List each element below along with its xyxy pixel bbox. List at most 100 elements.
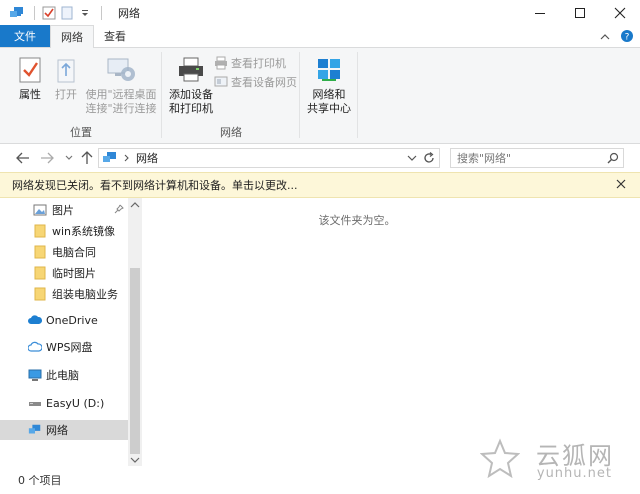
title-bar: 网络 [0,0,640,26]
location-group-label: 位置 [70,126,92,139]
chevron-down-icon [65,155,73,160]
nav-label: 图片 [52,204,74,217]
ribbon-group-location: 属性 打开 使用"远程桌面 连接"进行连接 位置 [0,48,162,144]
nav-item-drive-d[interactable]: EasyU (D:) [0,393,128,413]
search-placeholder: 搜索"网络" [457,152,512,165]
network-icon [28,424,41,434]
tab-network[interactable]: 网络 [50,25,94,48]
properties-label: 属性 [19,88,41,101]
chevron-down-icon [407,155,417,161]
scroll-thumb[interactable] [130,268,140,454]
nav-label: 组装电脑业务 [52,288,118,301]
pin-icon[interactable] [114,204,124,217]
remote-desktop-label-line2: 连接"进行连接 [85,102,157,115]
back-button[interactable] [16,151,30,165]
up-button[interactable] [80,151,94,165]
network-window-icon[interactable] [10,5,26,21]
breadcrumb-chevron-icon[interactable] [124,154,130,162]
sharing-center-label-line1: 网络和 [312,88,346,101]
ribbon-tabs: 文件 网络 查看 ? [0,25,640,48]
folder-icon [34,245,46,259]
address-field[interactable]: 网络 [98,148,440,168]
arrow-left-icon [16,152,29,164]
forward-button[interactable] [40,151,54,165]
star-logo-icon [480,438,520,478]
sharing-center-label-line2: 共享中心 [307,102,351,115]
properties-qat-icon[interactable] [41,5,57,21]
nav-label: win系统镜像 [52,225,116,238]
ribbon: 属性 打开 使用"远程桌面 连接"进行连接 位置 添加设备 和打印机 查看打印机… [0,48,640,144]
scroll-up-arrow[interactable] [130,201,140,211]
recent-locations-button[interactable] [62,151,76,165]
help-icon: ? [621,30,633,43]
cloud-outline-icon [28,341,42,352]
close-icon [614,7,626,19]
folder-icon [34,224,46,238]
qat-divider [101,6,102,20]
open-icon [50,54,82,86]
add-device-button[interactable]: 添加设备 和打印机 [166,54,216,116]
drive-icon [29,402,41,406]
pictures-icon [33,204,47,216]
chevron-up-icon [600,34,610,40]
view-device-page-button[interactable]: 查看设备网页 [214,74,297,90]
address-dropdown-button[interactable] [407,152,417,167]
help-button[interactable]: ? [620,29,634,46]
nav-item-pictures[interactable]: 图片 [0,200,128,220]
view-printers-label: 查看打印机 [231,57,286,70]
close-icon [616,179,626,189]
nav-item-wps-drive[interactable]: WPS网盘 [0,337,128,357]
address-bar-row: 网络 搜索"网络" [0,144,640,172]
refresh-button[interactable] [422,151,436,168]
ribbon-group-network: 添加设备 和打印机 查看打印机 查看设备网页 网络 [162,48,300,144]
view-printers-button[interactable]: 查看打印机 [214,55,286,71]
item-count: 0 个项目 [18,474,62,487]
search-input[interactable]: 搜索"网络" [450,148,624,168]
view-device-page-label: 查看设备网页 [231,76,297,89]
add-device-label-line1: 添加设备 [169,88,213,101]
close-button[interactable] [600,0,640,26]
nav-item-win-image[interactable]: win系统镜像 [0,221,128,241]
folder-icon [34,266,46,280]
maximize-icon [575,8,585,18]
remote-desktop-button[interactable]: 使用"远程桌面 连接"进行连接 [84,54,158,116]
nav-label: OneDrive [46,313,98,327]
infobar-text[interactable]: 网络发现已关闭。看不到网络计算机和设备。单击以更改... [12,177,298,193]
network-location-icon [103,152,116,162]
collapse-ribbon-button[interactable] [600,31,610,44]
breadcrumb-network[interactable]: 网络 [136,150,158,166]
nav-item-network[interactable]: 网络 [0,420,128,440]
nav-label: 网络 [46,424,68,437]
tab-view[interactable]: 查看 [94,25,136,47]
sharing-center-button[interactable]: 网络和 共享中心 [304,54,354,116]
scroll-down-arrow[interactable] [130,456,140,466]
add-device-label-line2: 和打印机 [169,102,213,115]
nav-item-contracts[interactable]: 电脑合同 [0,242,128,262]
qat-divider [34,6,35,20]
folder-icon [34,287,46,301]
minimize-button[interactable] [520,0,560,26]
chevron-up-icon [130,202,140,208]
search-icon[interactable] [607,152,619,167]
svg-text:?: ? [625,33,630,43]
nav-item-onedrive[interactable]: OneDrive [0,310,128,330]
tab-file[interactable]: 文件 [0,25,50,47]
new-folder-qat-icon[interactable] [59,5,75,21]
watermark: 云狐网 yunhu.net [480,436,620,490]
open-button[interactable]: 打开 [50,54,82,102]
properties-button[interactable]: 属性 [12,54,48,102]
window-title: 网络 [118,7,140,20]
customize-qat-icon[interactable] [77,5,93,21]
nav-item-assembly-business[interactable]: 组装电脑业务 [0,284,128,304]
nav-item-this-pc[interactable]: 此电脑 [0,365,128,385]
network-sharing-icon [313,54,345,86]
infobar-close-button[interactable] [616,178,626,192]
arrow-up-icon [81,151,93,164]
nav-scrollbar[interactable] [128,198,142,466]
file-list-area[interactable]: 该文件夹为空。 [142,198,640,466]
minimize-icon [535,13,545,14]
network-discovery-infobar[interactable]: 网络发现已关闭。看不到网络计算机和设备。单击以更改... [0,172,640,198]
nav-item-temp-pictures[interactable]: 临时图片 [0,263,128,283]
window-controls [520,0,640,26]
maximize-button[interactable] [560,0,600,26]
